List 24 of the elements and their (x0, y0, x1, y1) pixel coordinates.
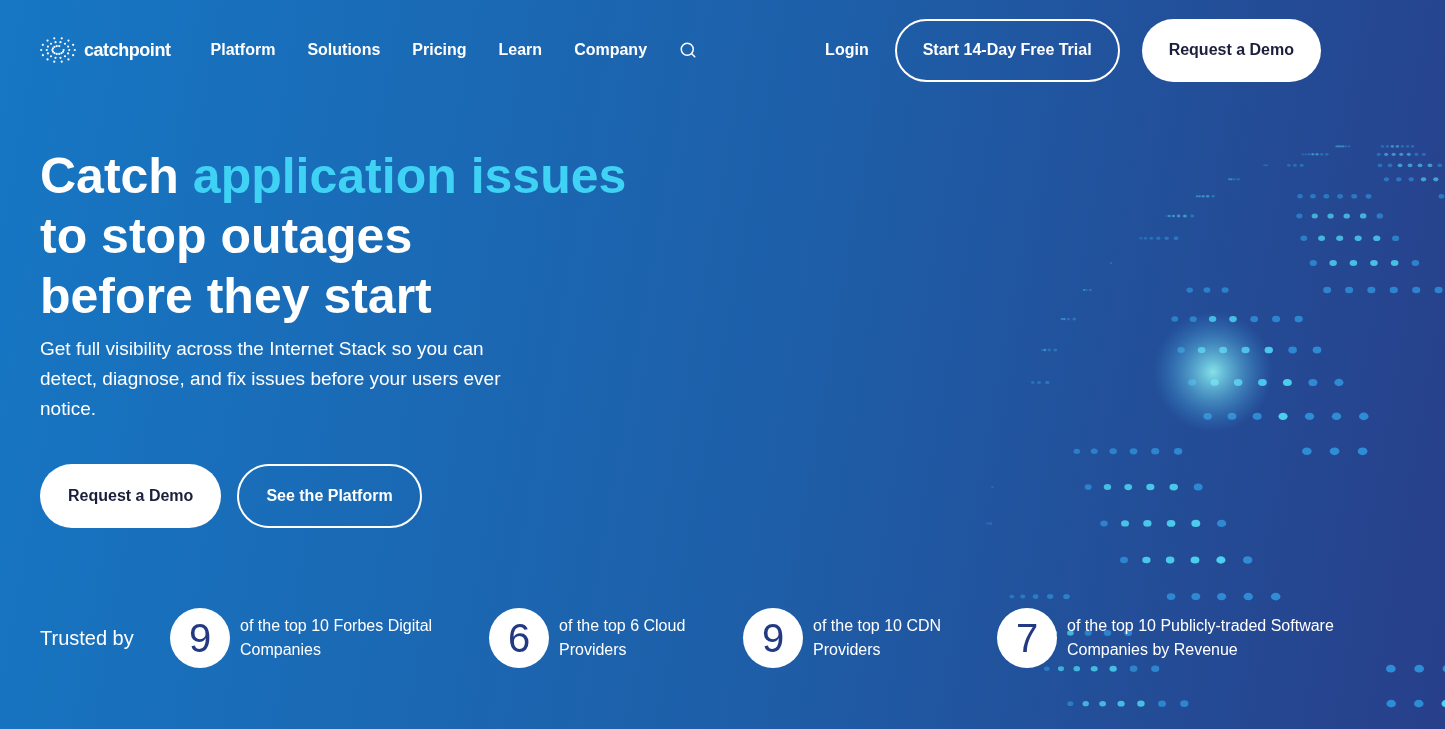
request-demo-button[interactable]: Request a Demo (40, 464, 222, 528)
hero-headline: Catch application issues to stop outages before they start (40, 147, 628, 326)
dotted-circle-logo-icon (40, 37, 76, 63)
stat-description: of the top 10 CDN Providers (813, 616, 943, 660)
stat-description: of the top 6 Cloud Providers (559, 616, 687, 660)
nav-link[interactable]: Pricing (412, 38, 467, 62)
hero-subtitle: Get full visibility across the Internet Stack so you can detect, diagnose, and fix issues before your users ever notice. (40, 337, 502, 421)
trusted-by-label: Trusted by (40, 626, 135, 651)
see-platform-button[interactable]: See the Platform (237, 464, 422, 528)
stat-description: of the top 10 Forbes Digital Companies (240, 616, 434, 660)
brand-name[interactable]: catchpoint (84, 36, 171, 64)
nav-link[interactable]: Learn (498, 38, 543, 62)
login-link[interactable]: Login (825, 38, 869, 62)
nav-link[interactable]: Company (574, 38, 648, 62)
search-icon[interactable] (679, 41, 698, 59)
stat-description: of the top 10 Publicly-traded Software Companies by Revenue (1067, 616, 1335, 660)
nav-link[interactable]: Solutions (307, 38, 381, 62)
free-trial-button[interactable]: Start 14-Day Free Trial (894, 18, 1120, 82)
nav-link[interactable]: Platform (210, 38, 276, 62)
stat-number: 6 (489, 608, 549, 668)
request-demo-button[interactable]: Request a Demo (1141, 18, 1321, 82)
stat-number: 7 (997, 608, 1057, 668)
stat-number: 9 (170, 608, 230, 668)
stat-number: 9 (743, 608, 803, 668)
